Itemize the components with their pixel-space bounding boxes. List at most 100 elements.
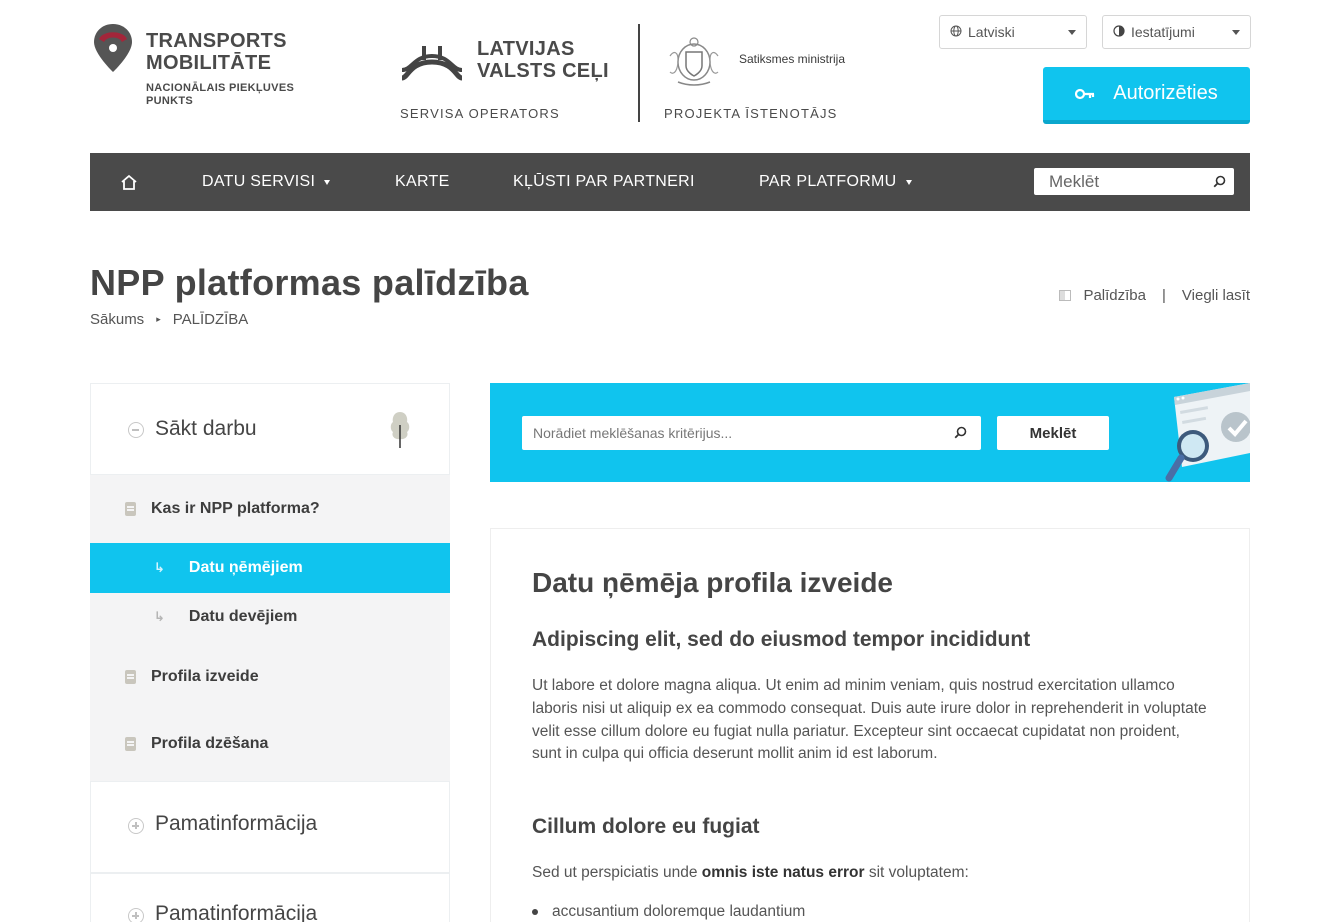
language-select[interactable]: Latviski (939, 15, 1087, 49)
road-bridge-icon (401, 46, 463, 81)
document-icon (125, 502, 136, 516)
help-link[interactable]: Palīdzība (1083, 287, 1146, 304)
paragraph-text: Sed ut perspiciatis unde (532, 864, 702, 881)
document-icon (125, 737, 136, 751)
article-title: Datu ņēmēja profila izveide (532, 567, 893, 598)
expand-circle-icon[interactable] (128, 818, 144, 834)
list-item: accusantium doloremque laudantium (532, 903, 805, 921)
sidebar-section-items: Kas ir NPP platforma? ↳ Datu ņēmējiem ↳ … (90, 475, 450, 781)
sidebar-item-label: Kas ir NPP platforma? (151, 500, 320, 517)
bullet-icon (532, 909, 538, 915)
brand-sub1: NACIONĀLAIS PIEKĻUVES (146, 82, 295, 94)
chevron-down-icon (1068, 30, 1076, 35)
search-icon[interactable] (1213, 175, 1226, 188)
breadcrumb-home-link[interactable]: Sākums (90, 311, 144, 328)
search-illustration-icon (1165, 383, 1250, 482)
globe-icon (950, 25, 962, 40)
brand-line1: TRANSPORTS (146, 30, 287, 52)
article-paragraph: Sed ut perspiciatis unde omnis iste natu… (532, 862, 1212, 885)
sidebar-section-title: Pamatinformācija (155, 902, 318, 922)
brand-logo[interactable]: TRANSPORTS MOBILITĀTE NACIONĀLAIS PIEKĻU… (90, 20, 320, 120)
help-search-button[interactable]: Meklēt (997, 416, 1109, 450)
login-button[interactable]: Autorizēties (1043, 67, 1250, 124)
sub-arrow-icon: ↳ (154, 560, 165, 575)
breadcrumb-current: PALĪDZĪBA (172, 311, 249, 328)
article-subtitle: Adipiscing elit, sed do eiusmod tempor i… (532, 628, 1031, 651)
nav-item-par-platformu[interactable]: PAR PLATFORMU (759, 153, 912, 211)
sidebar-item-label: Profila dzēšana (151, 735, 269, 752)
caret-down-icon (324, 179, 331, 185)
help-search-banner: Norādiet meklēšanas kritērijus... Meklēt (490, 383, 1250, 482)
main-navigation: DATU SERVISI KARTE KĻŪSTI PAR PARTNERI P… (90, 153, 1250, 211)
search-icon[interactable] (954, 426, 967, 439)
map-pin-logo-icon (94, 24, 132, 72)
nav-item-label: DATU SERVISI (202, 173, 316, 190)
brand-sub2: PUNKTS (146, 95, 194, 107)
coat-of-arms-icon (669, 37, 719, 86)
paragraph-bold-text: omnis iste natus error (701, 864, 865, 881)
sidebar-item-label: Profila izveide (151, 668, 259, 685)
brand-title: TRANSPORTS MOBILITĀTE (146, 30, 287, 74)
brand-subtitle: NACIONĀLAIS PIEKĻUVES PUNKTS (146, 82, 294, 108)
sidebar-item-profila-izveide[interactable]: Profila izveide (90, 652, 450, 702)
chevron-down-icon (1232, 30, 1240, 35)
expand-circle-icon[interactable] (128, 908, 144, 922)
sidebar-section-title: Pamatinformācija (155, 812, 318, 835)
caret-down-icon (905, 179, 912, 185)
sidebar-item-profila-dzesana[interactable]: Profila dzēšana (90, 719, 450, 769)
sidebar-item-label: Datu ņēmējiem (188, 559, 303, 576)
help-search-input[interactable]: Norādiet meklēšanas kritērijus... (522, 416, 981, 450)
contrast-icon (1113, 24, 1125, 40)
page-title: NPP platformas palīdzība (90, 262, 529, 303)
help-search-placeholder: Norādiet meklēšanas kritērijus... (533, 425, 733, 441)
help-sidebar: Sākt darbu Kas ir NPP platforma? ↳ Datu … (90, 383, 450, 922)
operator-logo: LATVIJAS VALSTS CEĻI SERVISA OPERATORS (400, 36, 630, 126)
collapse-circle-icon[interactable] (128, 422, 144, 438)
book-icon (1059, 290, 1072, 301)
easy-read-link[interactable]: Viegli lasīt (1182, 287, 1250, 304)
tree-icon (390, 412, 410, 448)
breadcrumb: Sākums ▸ PALĪDZĪBA (90, 311, 248, 328)
login-button-label: Autorizēties (1113, 82, 1218, 104)
sidebar-item-label: Datu devējiem (188, 608, 298, 625)
nav-item-klusti-par-partneri[interactable]: KĻŪSTI PAR PARTNERI (513, 153, 695, 211)
ministry-name: Satiksmes ministrija (739, 52, 846, 66)
sidebar-section-pamatinformacija-2[interactable]: Pamatinformācija (90, 873, 450, 922)
sidebar-section-sakt-darbu[interactable]: Sākt darbu (90, 383, 450, 475)
home-icon (121, 174, 137, 190)
article-paragraph: Ut labore et dolore magna aliqua. Ut eni… (532, 677, 1207, 763)
paragraph-text: sit voluptatem: (864, 864, 969, 881)
ministry-role: PROJEKTA ĪSTENOTĀJS (664, 106, 838, 121)
nav-item-label: KARTE (395, 173, 450, 190)
nav-item-karte[interactable]: KARTE (395, 153, 450, 211)
sub-arrow-icon: ↳ (154, 609, 165, 624)
nav-search-placeholder: Meklēt (1049, 171, 1100, 191)
nav-item-datu-servisi[interactable]: DATU SERVISI (202, 153, 331, 211)
sidebar-item-kas-ir-npp[interactable]: Kas ir NPP platforma? (90, 484, 450, 534)
ministry-logo: Satiksmes ministrija PROJEKTA ĪSTENOTĀJS (664, 32, 874, 124)
sidebar-item-datu-nemejiem[interactable]: ↳ Datu ņēmējiem (90, 543, 450, 593)
sidebar-section-title: Sākt darbu (155, 417, 257, 440)
operator-name-line2: VALSTS CEĻI (477, 60, 609, 82)
list-item-text: accusantium doloremque laudantium (552, 903, 806, 920)
home-nav-button[interactable] (120, 153, 138, 211)
nav-search-input[interactable]: Meklēt (1034, 168, 1234, 195)
settings-select[interactable]: Iestatījumi (1102, 15, 1251, 49)
sidebar-item-datu-devejiem[interactable]: ↳ Datu devējiem (90, 592, 450, 642)
operator-name: LATVIJAS VALSTS CEĻI (477, 38, 609, 82)
header-divider (638, 24, 640, 122)
breadcrumb-separator-icon: ▸ (156, 314, 161, 324)
document-icon (125, 670, 136, 684)
sidebar-section-pamatinformacija[interactable]: Pamatinformācija (90, 781, 450, 873)
nav-item-label: PAR PLATFORMU (759, 173, 897, 190)
nav-item-label: KĻŪSTI PAR PARTNERI (513, 173, 695, 190)
tools-separator: | (1162, 287, 1166, 304)
page-tools: Palīdzība | Viegli lasīt (1059, 287, 1250, 304)
settings-select-value: Iestatījumi (1131, 24, 1195, 40)
article-subtitle: Cillum dolore eu fugiat (532, 815, 760, 838)
help-article: Datu ņēmēja profila izveide Adipiscing e… (490, 528, 1250, 922)
language-select-value: Latviski (968, 24, 1015, 40)
brand-line2: MOBILITĀTE (146, 52, 272, 74)
operator-name-line1: LATVIJAS (477, 38, 575, 60)
operator-role: SERVISA OPERATORS (400, 106, 560, 121)
